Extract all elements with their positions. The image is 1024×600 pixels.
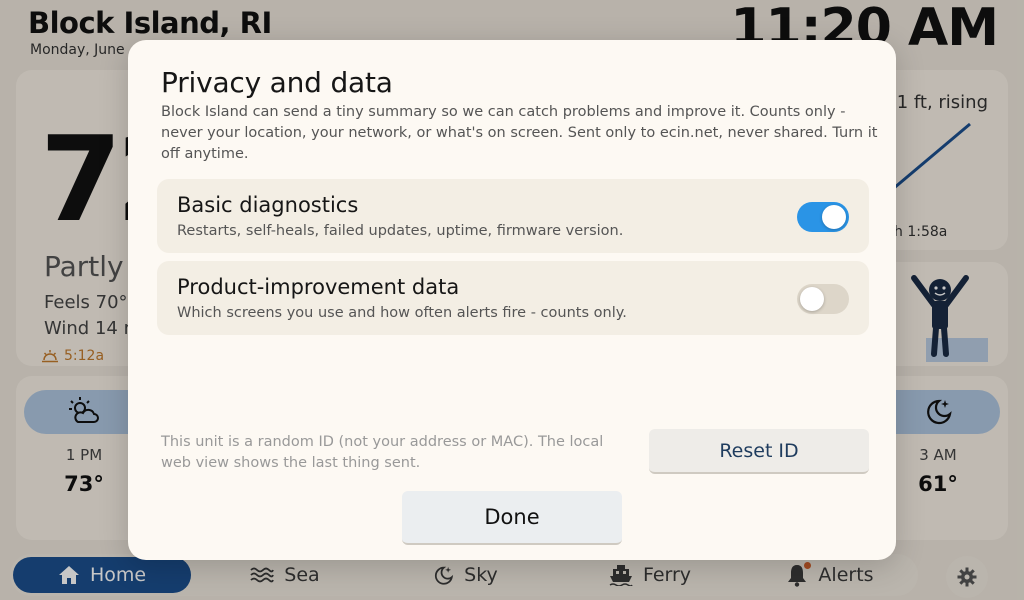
option-title: Basic diagnostics bbox=[177, 193, 359, 217]
done-button[interactable]: Done bbox=[402, 491, 622, 545]
product-improvement-toggle[interactable] bbox=[797, 284, 849, 314]
option-basic-diagnostics[interactable]: Basic diagnostics Restarts, self-heals, … bbox=[157, 179, 869, 253]
toggle-knob bbox=[822, 205, 846, 229]
dialog-title: Privacy and data bbox=[161, 66, 393, 99]
option-product-improvement[interactable]: Product-improvement data Which screens y… bbox=[157, 261, 869, 335]
option-title: Product-improvement data bbox=[177, 275, 460, 299]
dialog-intro: Block Island can send a tiny summary so … bbox=[161, 104, 878, 162]
basic-diagnostics-toggle[interactable] bbox=[797, 202, 849, 232]
reset-id-button[interactable]: Reset ID bbox=[649, 429, 869, 474]
privacy-dialog: Privacy and data Block Island can send a… bbox=[128, 40, 896, 560]
toggle-knob bbox=[800, 287, 824, 311]
option-description: Which screens you use and how often aler… bbox=[177, 305, 627, 321]
reset-id-note: This unit is a random ID (not your addre… bbox=[161, 434, 604, 471]
option-description: Restarts, self-heals, failed updates, up… bbox=[177, 223, 624, 239]
